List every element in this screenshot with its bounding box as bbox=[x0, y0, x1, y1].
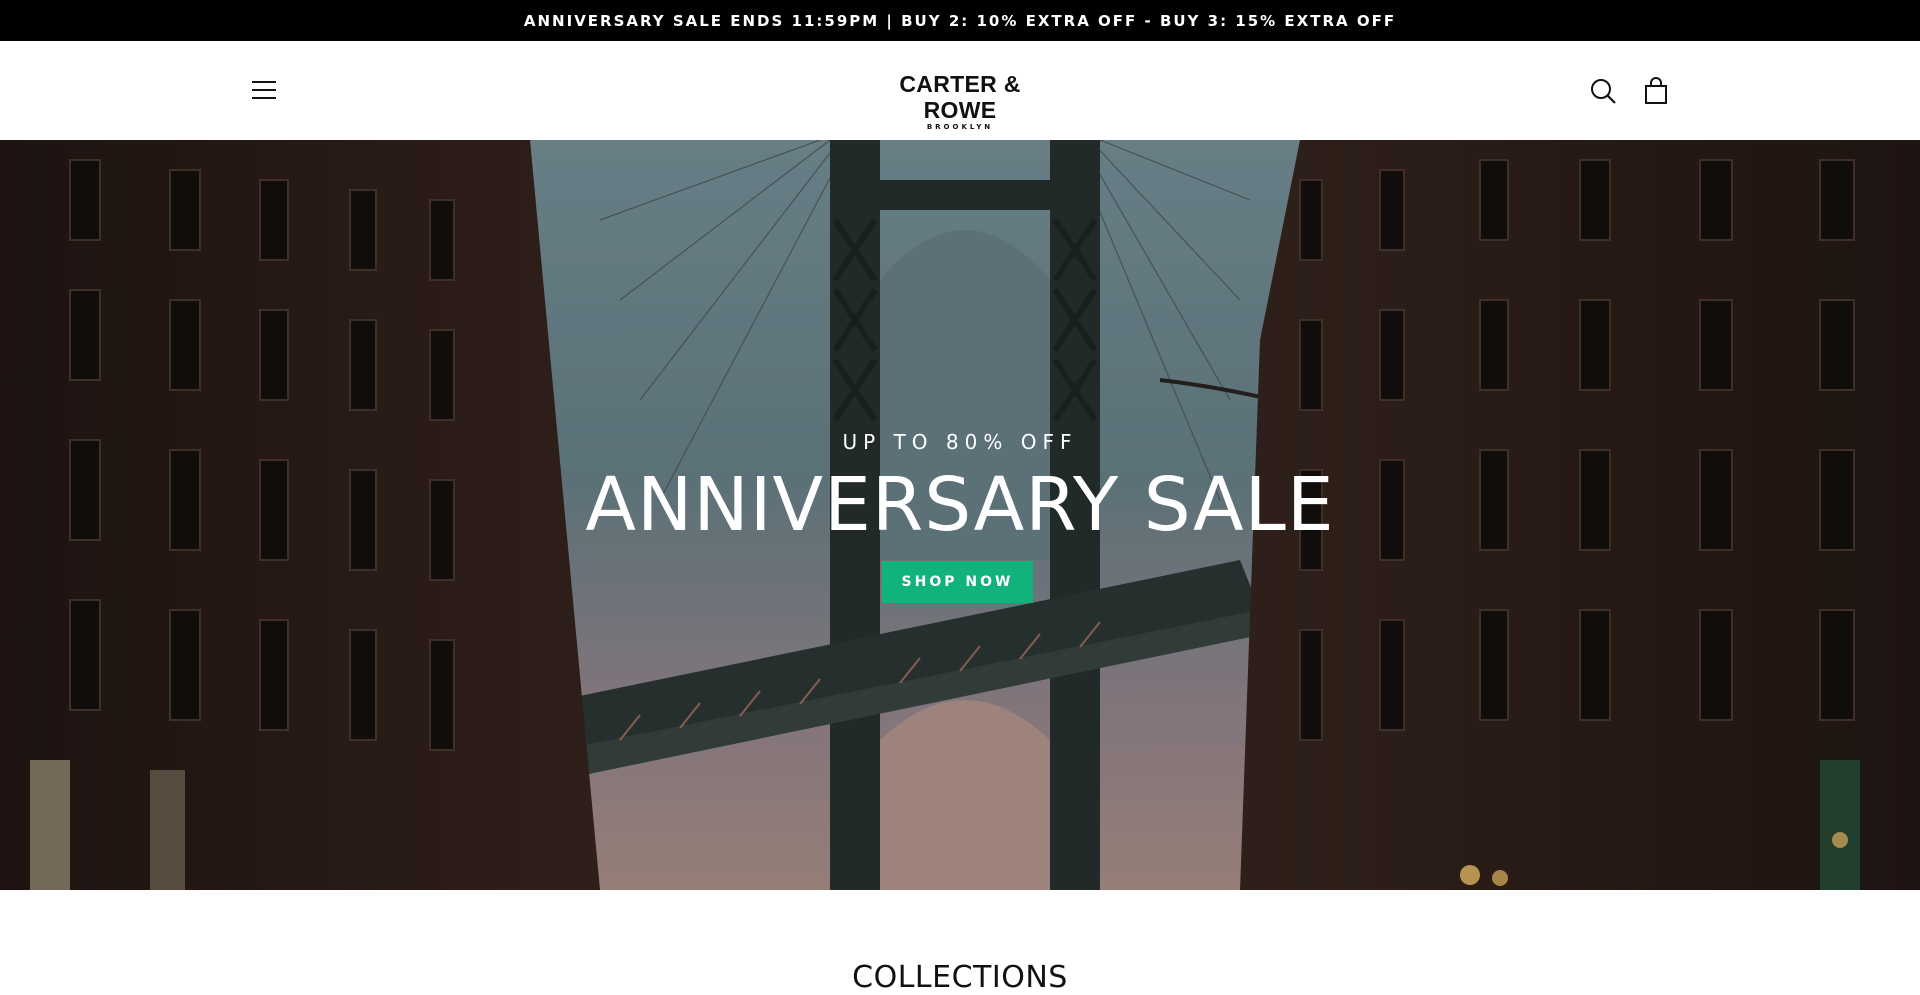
site-logo[interactable]: CARTER & ROWE BROOKLYN bbox=[860, 71, 1060, 132]
menu-button[interactable] bbox=[248, 75, 280, 105]
hero-kicker: UP TO 80% OFF bbox=[842, 430, 1078, 454]
hero-banner: UP TO 80% OFF ANNIVERSARY SALE SHOP NOW bbox=[0, 140, 1920, 890]
cart-button[interactable] bbox=[1641, 76, 1671, 106]
site-header: CARTER & ROWE BROOKLYN bbox=[0, 41, 1920, 140]
hero-title: ANNIVERSARY SALE bbox=[585, 462, 1335, 548]
search-button[interactable] bbox=[1589, 77, 1617, 105]
cart-icon bbox=[1645, 77, 1667, 104]
announcement-text: ANNIVERSARY SALE ENDS 11:59PM | BUY 2: 1… bbox=[523, 11, 1397, 30]
hero-content: UP TO 80% OFF ANNIVERSARY SALE SHOP NOW bbox=[0, 140, 1920, 890]
menu-icon bbox=[252, 81, 276, 99]
logo-sub-text: BROOKLYN bbox=[926, 123, 994, 131]
shop-now-button[interactable]: SHOP NOW bbox=[882, 561, 1033, 603]
collections-heading: COLLECTIONS bbox=[852, 960, 1068, 995]
announcement-bar: ANNIVERSARY SALE ENDS 11:59PM | BUY 2: 1… bbox=[0, 0, 1920, 41]
search-icon bbox=[1591, 79, 1616, 104]
logo-main-text: CARTER & ROWE bbox=[899, 71, 1021, 123]
